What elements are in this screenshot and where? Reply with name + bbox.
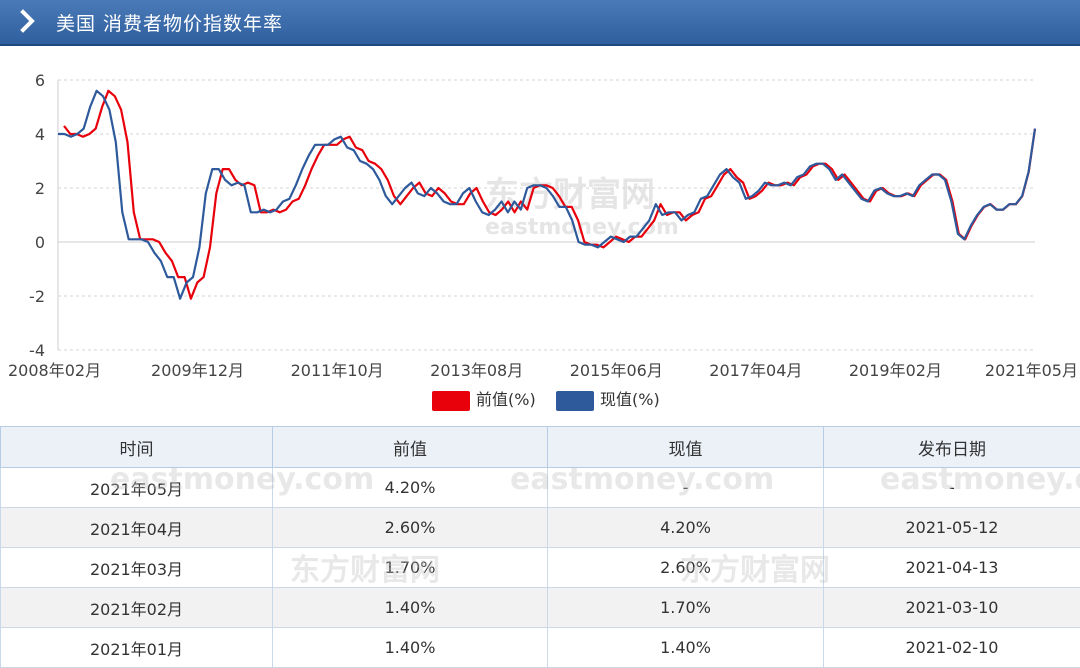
cell-prev: 1.70%: [273, 548, 548, 588]
table-row: 2021年04月 2.60% 4.20% 2021-05-12: [1, 508, 1080, 548]
cell-time: 2021年05月: [1, 468, 273, 508]
header-bar: 美国 消费者物价指数年率: [0, 0, 1080, 46]
y-tick-label: 0: [35, 233, 45, 252]
table-row: 2021年02月 1.40% 1.70% 2021-03-10: [1, 588, 1080, 628]
cell-curr: -: [548, 468, 824, 508]
cell-prev: 1.40%: [273, 588, 548, 628]
table-row: 2021年05月 4.20% - -: [1, 468, 1080, 508]
cell-date: 2021-02-10: [824, 628, 1080, 668]
y-tick-label: 6: [35, 71, 45, 90]
cell-curr: 4.20%: [548, 508, 824, 548]
y-tick-label: -4: [29, 341, 45, 360]
cell-date: 2021-04-13: [824, 548, 1080, 588]
cell-prev: 4.20%: [273, 468, 548, 508]
cell-prev: 2.60%: [273, 508, 548, 548]
table-header-row: 时间 前值 现值 发布日期: [1, 427, 1080, 468]
data-table: 时间 前值 现值 发布日期 2021年05月 4.20% - - 2021年04…: [0, 426, 1080, 668]
y-tick-label: 2: [35, 179, 45, 198]
legend-item-prev[interactable]: 前值(%): [432, 386, 536, 411]
cell-time: 2021年02月: [1, 588, 273, 628]
x-tick-label: 2017年04月: [709, 361, 802, 380]
cell-curr: 1.70%: [548, 588, 824, 628]
x-tick-label: 2009年12月: [151, 361, 244, 380]
col-header-prev: 前值: [273, 427, 548, 468]
cell-time: 2021年03月: [1, 548, 273, 588]
cpi-line-chart: 东方财富网eastmoney.com6420-2-42008年02月2009年1…: [0, 46, 1080, 416]
x-tick-label: 2021年05月: [985, 361, 1078, 380]
x-tick-label: 2019年02月: [849, 361, 942, 380]
cell-date: 2021-03-10: [824, 588, 1080, 628]
table-row: 2021年03月 1.70% 2.60% 2021-04-13: [1, 548, 1080, 588]
cell-time: 2021年01月: [1, 628, 273, 668]
chart-svg: 东方财富网eastmoney.com6420-2-42008年02月2009年1…: [0, 46, 1080, 416]
x-tick-label: 2013年08月: [430, 361, 523, 380]
page-title: 美国 消费者物价指数年率: [56, 9, 283, 36]
x-tick-label: 2008年02月: [8, 361, 101, 380]
legend-label-curr: 现值(%): [600, 390, 660, 409]
cell-time: 2021年04月: [1, 508, 273, 548]
cell-curr: 1.40%: [548, 628, 824, 668]
chevron-right-icon: [18, 8, 38, 34]
table-row: 2021年01月 1.40% 1.40% 2021-02-10: [1, 628, 1080, 668]
legend-swatch-curr: [556, 391, 594, 411]
y-tick-label: 4: [35, 125, 45, 144]
col-header-time: 时间: [1, 427, 273, 468]
col-header-date: 发布日期: [824, 427, 1080, 468]
col-header-curr: 现值: [548, 427, 824, 468]
legend-swatch-prev: [432, 391, 470, 411]
cell-prev: 1.40%: [273, 628, 548, 668]
legend-label-prev: 前值(%): [476, 390, 536, 409]
legend-item-curr[interactable]: 现值(%): [556, 386, 660, 411]
y-tick-label: -2: [29, 287, 45, 306]
cell-date: -: [824, 468, 1080, 508]
cell-date: 2021-05-12: [824, 508, 1080, 548]
x-tick-label: 2015年06月: [570, 361, 663, 380]
chart-legend: 前值(%) 现值(%): [0, 384, 1080, 412]
x-tick-label: 2011年10月: [291, 361, 384, 380]
cell-curr: 2.60%: [548, 548, 824, 588]
